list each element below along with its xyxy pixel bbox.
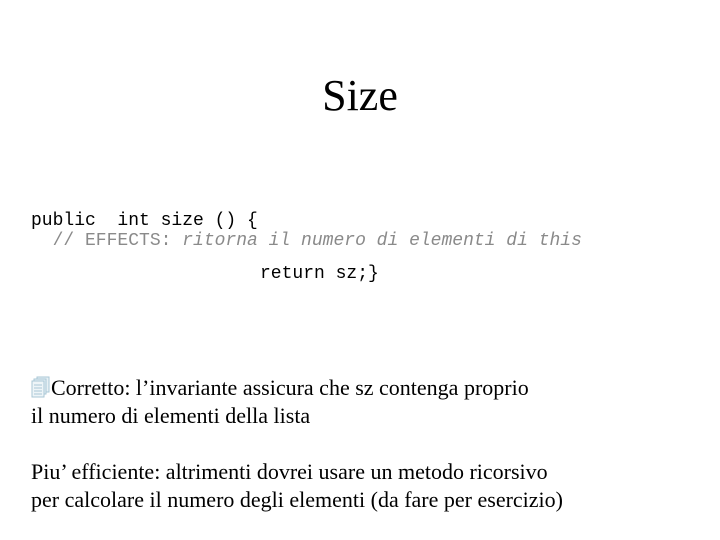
slide-title: Size <box>322 71 398 120</box>
code-line-return: return sz;} <box>260 264 379 284</box>
slide: Size public int size () { // EFFECTS: ri… <box>0 0 720 540</box>
paragraph-line: Piu’ efficiente: altrimenti dovrei usare… <box>31 459 548 484</box>
paragraph-text: Corretto: l’invariante assicura che sz c… <box>51 375 529 400</box>
stacked-documents-icon <box>31 376 51 398</box>
paragraph-efficiency: Piu’ efficiente: altrimenti dovrei usare… <box>31 458 563 514</box>
paragraph-line: il numero di elementi della lista <box>31 403 311 428</box>
paragraph-correctness: Corretto: l’invariante assicura che sz c… <box>31 374 529 430</box>
paragraph-line: Corretto: l’invariante assicura che sz c… <box>31 374 529 402</box>
comment-prefix: // EFFECTS: <box>31 231 183 251</box>
code-line-signature: public int size () { <box>31 211 258 231</box>
comment-text: ritorna il numero di elementi di this <box>182 231 582 251</box>
code-line-comment: // EFFECTS: ritorna il numero di element… <box>31 231 582 251</box>
paragraph-line: per calcolare il numero degli elementi (… <box>31 487 563 512</box>
